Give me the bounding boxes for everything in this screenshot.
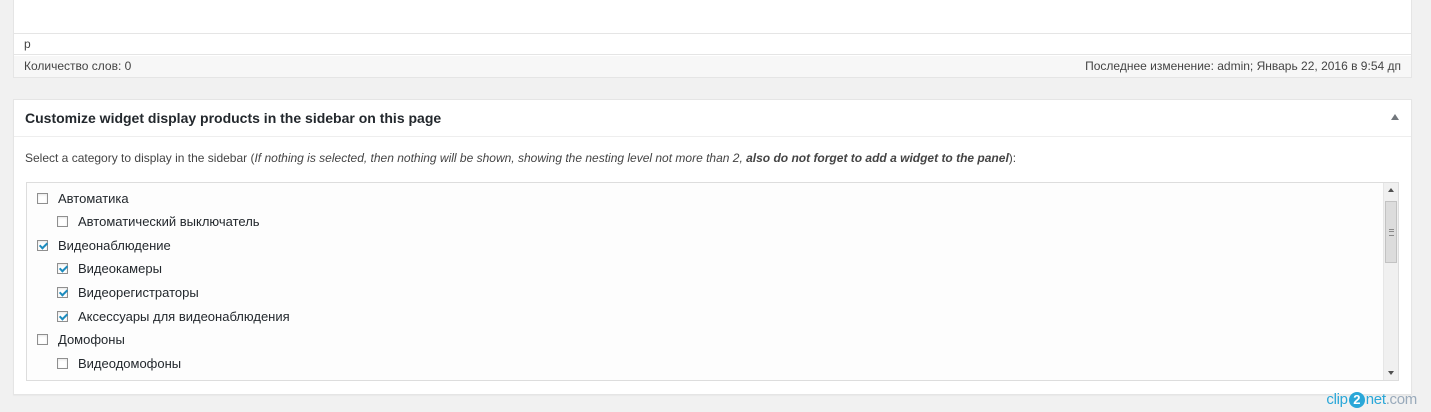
scroll-down-arrow-icon[interactable] — [1388, 371, 1394, 375]
category-label: Видеорегистраторы — [78, 284, 199, 300]
category-label: Автоматический выключатель — [78, 214, 260, 230]
scrollbar[interactable] — [1383, 183, 1398, 380]
category-item[interactable]: Автоматический выключатель — [57, 212, 260, 232]
instruction-lead: Select a category to display in the side… — [25, 151, 255, 165]
category-checkbox[interactable] — [37, 334, 48, 346]
word-count: Количество слов: 0 — [24, 59, 132, 73]
category-label: Видеодомофоны — [78, 355, 182, 371]
collapse-toggle-icon[interactable] — [1391, 114, 1399, 120]
instruction-text: Select a category to display in the side… — [25, 151, 1016, 165]
category-checkbox[interactable] — [37, 239, 48, 251]
widget-display-metabox: Customize widget display products in the… — [13, 99, 1412, 395]
watermark-logo: clip 2 net.com — [1326, 391, 1417, 408]
category-label: Автоматика — [58, 190, 129, 206]
watermark-pre: clip — [1326, 391, 1348, 408]
category-checkbox[interactable] — [57, 263, 68, 275]
category-item[interactable]: Автоматика — [37, 188, 129, 208]
category-item[interactable] — [57, 377, 78, 380]
category-label: Видеокамеры — [78, 261, 162, 277]
category-checkbox[interactable] — [57, 286, 68, 298]
category-checkbox[interactable] — [57, 357, 68, 369]
category-checkbox[interactable] — [57, 216, 68, 228]
category-item[interactable]: Домофоны — [37, 330, 125, 350]
category-item[interactable]: Видеорегистраторы — [57, 282, 199, 302]
category-label: Домофоны — [58, 332, 125, 348]
editor-content[interactable] — [14, 0, 1411, 34]
category-checkbox[interactable] — [57, 310, 68, 322]
watermark-post: net — [1365, 391, 1386, 408]
last-modified: Последнее изменение: admin; Январь 22, 2… — [1085, 59, 1401, 73]
editor-status-bar: Количество слов: 0 Последнее изменение: … — [14, 56, 1411, 77]
instruction-tail: ): — [1008, 151, 1017, 165]
scroll-up-arrow-icon[interactable] — [1388, 188, 1394, 192]
metabox-header[interactable]: Customize widget display products in the… — [14, 100, 1411, 137]
path-element[interactable]: p — [24, 37, 31, 51]
category-checklist[interactable]: Автоматика Автоматический выключатель Виде… — [26, 182, 1399, 381]
editor-path-bar: p — [14, 34, 1411, 55]
scrollbar-thumb[interactable] — [1385, 201, 1397, 263]
grip-icon — [1389, 229, 1394, 236]
instruction-italic: If nothing is selected, then nothing wil… — [254, 151, 747, 165]
category-label: Аксессуары для видеонаблюдения — [78, 308, 290, 324]
watermark-domain: .com — [1385, 391, 1418, 408]
category-item[interactable]: Аксессуары для видеонаблюдения — [57, 306, 290, 326]
editor-area: p Количество слов: 0 Последнее изменение… — [13, 0, 1412, 78]
category-checkbox[interactable] — [37, 192, 48, 204]
category-item[interactable]: Видеокамеры — [57, 259, 162, 279]
instruction-bold: also do not forget to add a widget to th… — [746, 151, 1009, 165]
watermark-num: 2 — [1348, 392, 1365, 408]
category-label: Видеонаблюдение — [58, 237, 171, 253]
metabox-title: Customize widget display products in the… — [25, 110, 442, 126]
category-item[interactable]: Видеодомофоны — [57, 353, 181, 373]
category-item[interactable]: Видеонаблюдение — [37, 235, 171, 255]
